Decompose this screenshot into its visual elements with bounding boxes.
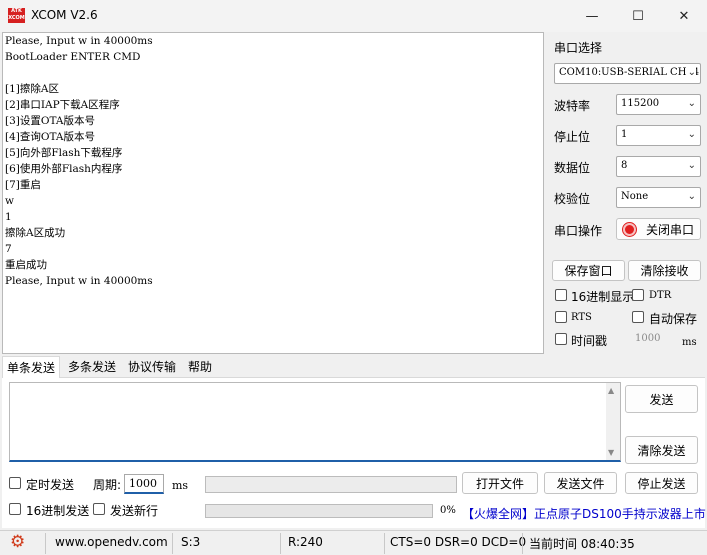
receive-line: [1]擦除A区 bbox=[5, 83, 59, 95]
send-newline-checkbox[interactable] bbox=[93, 503, 105, 515]
rts-checkbox[interactable] bbox=[555, 311, 567, 323]
receive-line: Please, Input w in 40000ms bbox=[5, 275, 153, 287]
window-title: XCOM V2.6 bbox=[31, 8, 98, 22]
baud-label: 波特率 bbox=[554, 99, 591, 113]
baud-select[interactable]: 115200 ⌄ bbox=[616, 94, 701, 115]
receive-line: [3]设置OTA版本号 bbox=[5, 115, 95, 127]
scroll-down-icon[interactable]: ▼ bbox=[608, 448, 614, 457]
tab-protocol[interactable]: 协议传输 bbox=[124, 356, 180, 378]
dtr-label: DTR bbox=[649, 290, 672, 301]
dtr-checkbox[interactable] bbox=[632, 289, 644, 301]
timestamp-label: 时间戳 bbox=[571, 334, 608, 348]
receive-line: w bbox=[5, 195, 14, 207]
receive-line bbox=[3, 65, 543, 81]
parity-label: 校验位 bbox=[554, 192, 591, 206]
ad-link[interactable]: 【火爆全网】正点原子DS100手持示波器上市 bbox=[462, 505, 706, 522]
auto-save-label: 自动保存 bbox=[649, 312, 698, 326]
receive-line: [7]重启 bbox=[5, 179, 41, 191]
timed-send-checkbox[interactable] bbox=[9, 477, 21, 489]
data-bits-value: 8 bbox=[621, 160, 628, 171]
hex-send-label: 16进制发送 bbox=[26, 504, 90, 518]
close-icon[interactable]: ✕ bbox=[661, 0, 707, 32]
chevron-down-icon: ⌄ bbox=[687, 129, 696, 140]
scroll-up-icon[interactable]: ▲ bbox=[608, 386, 614, 395]
period-label: 周期: bbox=[93, 478, 122, 492]
signal-status: CTS=0 DSR=0 DCD=0 bbox=[390, 535, 527, 549]
timed-send-label: 定时发送 bbox=[26, 478, 75, 492]
chevron-down-icon: ⌄ bbox=[687, 191, 696, 202]
website-link[interactable]: www.openedv.com bbox=[55, 535, 168, 549]
receive-line: [4]查询OTA版本号 bbox=[5, 131, 95, 143]
send-progress-bar bbox=[205, 504, 433, 518]
tab-help[interactable]: 帮助 bbox=[184, 356, 216, 378]
current-time: 当前时间 08:40:35 bbox=[529, 537, 635, 551]
receive-line: [5]向外部Flash下载程序 bbox=[5, 147, 123, 159]
clear-receive-button[interactable]: 清除接收 bbox=[628, 260, 701, 281]
send-file-button[interactable]: 发送文件 bbox=[544, 472, 617, 494]
timestamp-checkbox[interactable] bbox=[555, 333, 567, 345]
receive-line: 擦除A区成功 bbox=[5, 227, 66, 239]
timestamp-interval-input[interactable]: 1000 bbox=[635, 333, 660, 344]
receive-line: [6]使用外部Flash内程序 bbox=[5, 163, 123, 175]
receive-line: [2]串口IAP下载A区程序 bbox=[5, 99, 120, 111]
chevron-down-icon: ⌄ bbox=[685, 67, 696, 78]
port-operation-label: 串口操作 bbox=[554, 224, 603, 238]
baud-select-value: 115200 bbox=[621, 98, 660, 109]
hex-display-label: 16进制显示 bbox=[571, 290, 635, 304]
status-bar: ⚙ www.openedv.com S:3 R:240 CTS=0 DSR=0 … bbox=[0, 530, 707, 555]
port-select-value: COM10:USB-SERIAL CH34 bbox=[559, 67, 700, 78]
stop-bits-select[interactable]: 1 ⌄ bbox=[616, 125, 701, 146]
progress-percent: 0% bbox=[440, 505, 456, 516]
clear-send-button[interactable]: 清除发送 bbox=[625, 436, 698, 464]
send-button[interactable]: 发送 bbox=[625, 385, 698, 413]
tab-single-send[interactable]: 单条发送 bbox=[2, 356, 61, 378]
hex-send-checkbox[interactable] bbox=[9, 503, 21, 515]
gear-icon[interactable]: ⚙ bbox=[10, 533, 25, 551]
receive-textarea[interactable]: Please, Input w in 40000ms BootLoader ENT… bbox=[2, 32, 544, 354]
port-select[interactable]: COM10:USB-SERIAL CH34 ⌄ bbox=[554, 63, 701, 84]
timestamp-unit: ms bbox=[682, 337, 697, 348]
parity-select[interactable]: None ⌄ bbox=[616, 187, 701, 208]
save-window-button[interactable]: 保存窗口 bbox=[552, 260, 625, 281]
title-bar: ATK XCOM XCOM V2.6 — ☐ ✕ bbox=[0, 0, 707, 32]
period-input[interactable]: 1000 bbox=[124, 474, 164, 494]
send-textarea[interactable]: ▲ ▼ bbox=[9, 382, 621, 462]
parity-value: None bbox=[621, 191, 649, 202]
send-scrollbar[interactable]: ▲ ▼ bbox=[606, 383, 620, 460]
receive-line: 7 bbox=[5, 243, 12, 255]
auto-save-checkbox[interactable] bbox=[632, 311, 644, 323]
sent-count: S:3 bbox=[181, 535, 201, 549]
chevron-down-icon: ⌄ bbox=[687, 98, 696, 109]
tab-multi-send[interactable]: 多条发送 bbox=[64, 356, 120, 378]
port-select-label: 串口选择 bbox=[554, 41, 603, 55]
data-bits-label: 数据位 bbox=[554, 161, 591, 175]
stop-send-button[interactable]: 停止发送 bbox=[625, 472, 698, 494]
maximize-icon[interactable]: ☐ bbox=[615, 0, 661, 32]
close-port-label: 关闭串口 bbox=[646, 222, 695, 237]
file-path-field bbox=[205, 476, 457, 493]
send-tabs: 单条发送 多条发送 协议传输 帮助 bbox=[2, 356, 705, 378]
minimize-icon[interactable]: — bbox=[569, 0, 615, 32]
receive-line: BootLoader ENTER CMD bbox=[5, 51, 141, 63]
period-unit: ms bbox=[172, 479, 189, 492]
hex-display-checkbox[interactable] bbox=[555, 289, 567, 301]
send-newline-label: 发送新行 bbox=[110, 504, 159, 518]
close-port-button[interactable]: 关闭串口 bbox=[616, 218, 701, 240]
rts-label: RTS bbox=[571, 312, 592, 323]
chevron-down-icon: ⌄ bbox=[687, 160, 696, 171]
receive-line: 重启成功 bbox=[5, 259, 47, 271]
app-logo-icon: ATK XCOM bbox=[8, 8, 25, 23]
received-count: R:240 bbox=[288, 535, 323, 549]
receive-line: Please, Input w in 40000ms bbox=[5, 35, 153, 47]
receive-line: 1 bbox=[5, 211, 12, 223]
stop-bits-value: 1 bbox=[621, 129, 628, 140]
open-file-button[interactable]: 打开文件 bbox=[462, 472, 538, 494]
stop-bits-label: 停止位 bbox=[554, 130, 591, 144]
data-bits-select[interactable]: 8 ⌄ bbox=[616, 156, 701, 177]
port-status-indicator-icon bbox=[623, 222, 636, 236]
